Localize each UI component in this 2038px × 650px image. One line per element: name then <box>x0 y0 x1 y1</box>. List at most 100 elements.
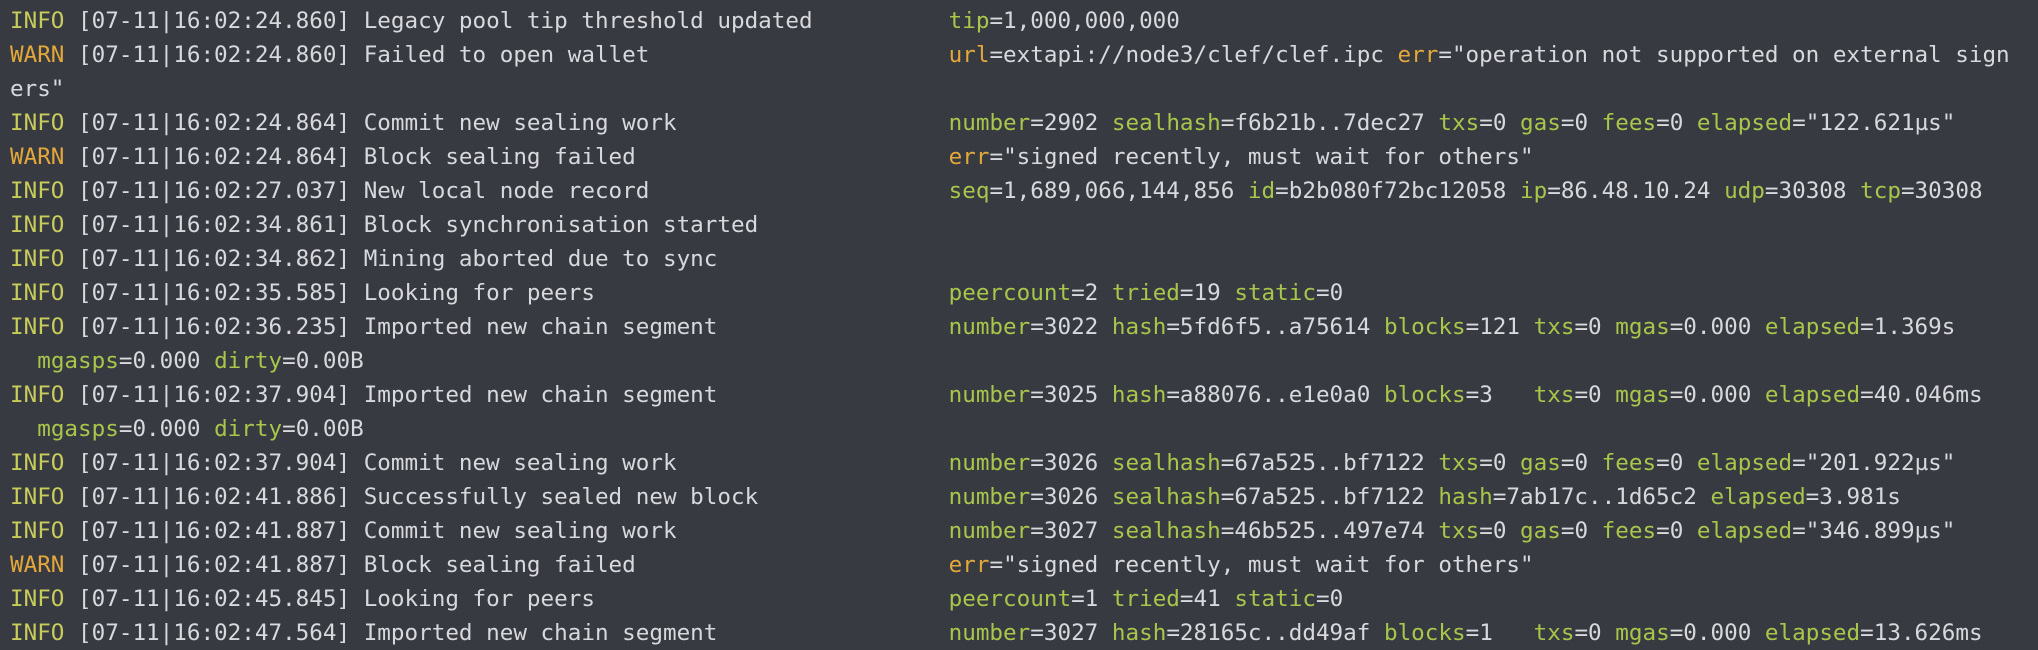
field-value: 7ab17c..1d65c2 <box>1506 484 1697 510</box>
field-key: sealhash <box>1111 110 1221 136</box>
field-value: 40.046ms <box>1873 382 1983 408</box>
field-eq: = <box>1030 620 1044 646</box>
log-timestamp: [07-11|16:02:37.904] <box>78 450 351 476</box>
field-key: static <box>1234 280 1316 306</box>
log-message: New local node record <box>363 178 650 204</box>
field-value: 46b525..497e74 <box>1234 518 1425 544</box>
field-eq: = <box>1220 484 1235 510</box>
field-key: elapsed <box>1710 484 1806 510</box>
field-eq: = <box>1315 280 1330 306</box>
field-value: 3027 <box>1043 518 1099 544</box>
field-eq: = <box>989 42 1004 68</box>
field-value: extapi://node3/clef/clef.ipc <box>1003 42 1384 68</box>
field-value: 3027 <box>1043 620 1099 646</box>
field-eq: = <box>1560 450 1575 476</box>
log-message: Looking for peers <box>363 586 595 612</box>
field-key: peercount <box>948 586 1072 612</box>
field-value: 67a525..bf7122 <box>1234 450 1425 476</box>
log-line: INFO [07-11|16:02:37.904] Imported new c… <box>10 378 2038 412</box>
log-level: INFO <box>10 178 65 204</box>
field-key: number <box>948 518 1031 544</box>
field-eq: = <box>1656 518 1670 544</box>
log-level: INFO <box>10 518 65 544</box>
field-eq: = <box>118 416 133 442</box>
field-key: gas <box>1520 450 1561 476</box>
log-timestamp: [07-11|16:02:35.585] <box>78 280 351 306</box>
log-line: INFO [07-11|16:02:47.564] Imported new c… <box>10 616 2038 650</box>
log-message: Block sealing failed <box>363 552 636 578</box>
field-key: txs <box>1533 382 1575 408</box>
field-value: 3022 <box>1043 314 1099 340</box>
field-key: hash <box>1111 382 1167 408</box>
field-key: dirty <box>214 416 283 442</box>
field-value: 0.000 <box>132 416 201 442</box>
field-eq: = <box>1166 382 1180 408</box>
field-eq: = <box>1574 314 1589 340</box>
field-eq: = <box>1900 178 1915 204</box>
log-timestamp: [07-11|16:02:36.235] <box>78 314 351 340</box>
log-timestamp: [07-11|16:02:37.904] <box>78 382 351 408</box>
log-line: mgasps=0.000 dirty=0.00B <box>10 412 2038 446</box>
field-eq: = <box>1860 382 1874 408</box>
log-level: WARN <box>10 42 65 68</box>
field-key: mgasps <box>37 348 119 374</box>
field-key: txs <box>1533 620 1575 646</box>
field-value: b2b080f72bc12058 <box>1288 178 1507 204</box>
log-level: INFO <box>10 586 65 612</box>
field-key: err <box>948 144 990 170</box>
field-eq: = <box>1547 178 1561 204</box>
field-eq: = <box>989 552 1004 578</box>
log-message: Mining aborted due to sync <box>363 246 718 272</box>
field-key: ip <box>1520 178 1548 204</box>
field-value: 0.00B <box>295 348 364 374</box>
field-key: peercount <box>948 280 1072 306</box>
field-key: txs <box>1438 110 1480 136</box>
log-level: WARN <box>10 144 65 170</box>
field-key: txs <box>1438 518 1480 544</box>
field-eq: = <box>1792 110 1806 136</box>
terminal-output[interactable]: INFO [07-11|16:02:24.860] Legacy pool ti… <box>0 0 2038 650</box>
field-key: seq <box>948 178 990 204</box>
field-value: 30308 <box>1914 178 1983 204</box>
field-value: 0 <box>1574 450 1589 476</box>
field-key: hash <box>1438 484 1493 510</box>
field-eq: = <box>1071 586 1085 612</box>
log-line: WARN [07-11|16:02:24.860] Failed to open… <box>10 38 2038 72</box>
log-level: INFO <box>10 484 65 510</box>
field-eq: = <box>1860 314 1874 340</box>
log-line: INFO [07-11|16:02:35.585] Looking for pe… <box>10 276 2038 310</box>
field-key: tip <box>948 8 990 34</box>
log-message: Legacy pool tip threshold updated <box>363 8 813 34</box>
field-value: 0 <box>1588 620 1602 646</box>
field-key: number <box>948 382 1031 408</box>
log-level: INFO <box>10 450 65 476</box>
field-value: 1.369s <box>1873 314 1956 340</box>
field-key: err <box>948 552 990 578</box>
log-level: INFO <box>10 620 65 646</box>
field-eq: = <box>989 178 1004 204</box>
field-eq: = <box>1574 382 1589 408</box>
field-value: 0 <box>1329 280 1344 306</box>
field-eq: = <box>282 416 296 442</box>
field-value: 19 <box>1193 280 1221 306</box>
log-message: Commit new sealing work <box>363 450 677 476</box>
field-value: f6b21b..7dec27 <box>1234 110 1425 136</box>
field-value: 0.000 <box>1683 382 1752 408</box>
log-level: INFO <box>10 382 65 408</box>
log-timestamp: [07-11|16:02:24.860] <box>78 8 351 34</box>
field-eq: = <box>1669 382 1684 408</box>
field-key: tcp <box>1860 178 1901 204</box>
field-value: "operation not supported on external sig… <box>1451 42 2010 68</box>
field-key: hash <box>1111 314 1167 340</box>
log-message: Imported new chain segment <box>363 314 718 340</box>
field-value: 0.00B <box>295 416 364 442</box>
field-eq: = <box>1030 450 1044 476</box>
field-key: fees <box>1601 518 1657 544</box>
log-line: INFO [07-11|16:02:36.235] Imported new c… <box>10 310 2038 344</box>
log-line: ers" <box>10 72 2038 106</box>
log-message: Successfully sealed new block <box>363 484 759 510</box>
field-key: static <box>1234 586 1316 612</box>
field-value: 121 <box>1479 314 1521 340</box>
field-key: number <box>948 450 1031 476</box>
field-key: url <box>948 42 990 68</box>
